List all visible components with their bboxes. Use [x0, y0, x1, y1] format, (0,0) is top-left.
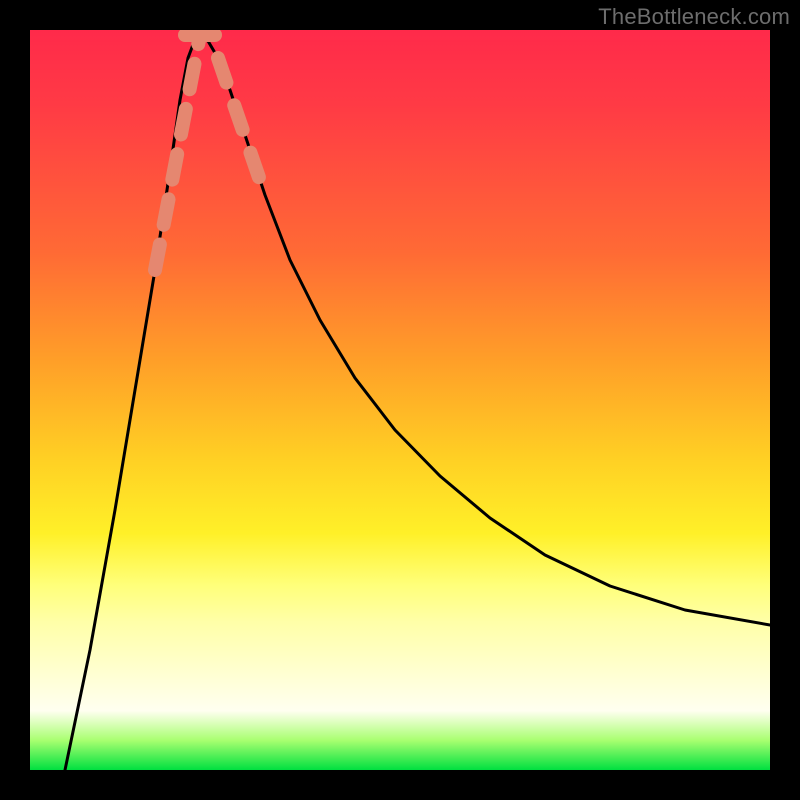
- marker-layer: [155, 35, 265, 270]
- curve-svg: [30, 30, 770, 770]
- plot-area: [30, 30, 770, 770]
- chart-outer-frame: TheBottleneck.com: [0, 0, 800, 800]
- series-v-curve: [65, 35, 770, 770]
- attribution-label: TheBottleneck.com: [598, 4, 790, 30]
- curve-layer: [65, 35, 770, 770]
- marker-right-segment: [218, 58, 265, 195]
